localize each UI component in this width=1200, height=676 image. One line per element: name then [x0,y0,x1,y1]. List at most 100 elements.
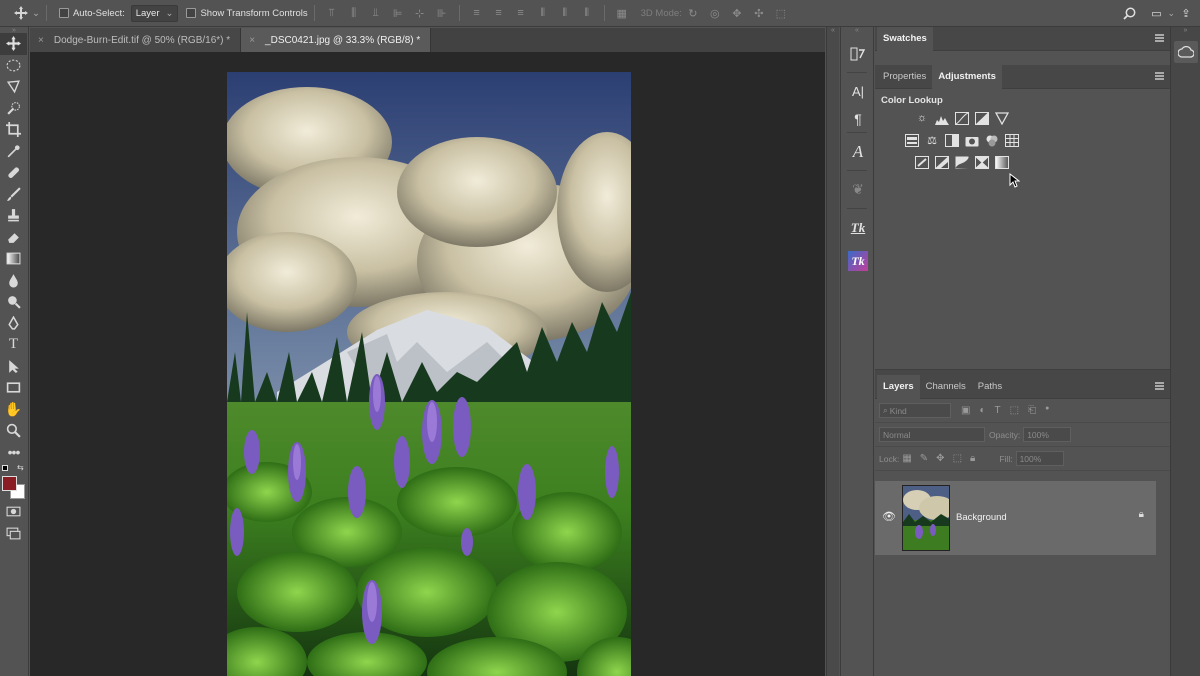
3d-roll-icon[interactable]: ◎ [707,5,723,21]
type-tool[interactable]: T [0,334,27,356]
distribute-left-icon[interactable]: ⦀ [535,5,551,21]
zoom-tool[interactable] [0,420,27,442]
dodge-tool[interactable] [0,291,27,313]
gradient-map-icon[interactable] [994,155,1010,169]
distribute-hcenter-icon[interactable]: ⦀ [557,5,573,21]
eyedropper-tool[interactable] [0,141,27,163]
quick-mask-tool[interactable] [0,501,27,523]
character-icon[interactable]: A| [841,75,875,108]
workspace-icon[interactable]: ▭ [1148,5,1164,21]
lock-position-icon[interactable]: ✥ [936,453,944,464]
lock-all-icon[interactable]: 🔒︎ [970,453,975,464]
filter-shape-icon[interactable]: ⬚ [1010,405,1019,416]
rectangle-tool[interactable] [0,377,27,399]
3d-slide-icon[interactable]: ✣ [751,5,767,21]
vibrance-icon[interactable] [994,111,1010,125]
brush-tool[interactable] [0,184,27,206]
3d-rotate-icon[interactable]: ↻ [685,5,701,21]
black-white-icon[interactable] [944,133,960,147]
align-vertical-center-icon[interactable]: ⫼ [346,5,362,21]
color-lookup-icon[interactable] [1004,133,1020,147]
exposure-icon[interactable] [974,111,990,125]
distribute-bottom-icon[interactable]: ≡ [513,5,529,21]
eraser-tool[interactable] [0,227,27,249]
glyphs-icon[interactable]: A [841,135,875,168]
default-colors-icon[interactable] [2,465,8,471]
align-horizontal-center-icon[interactable]: ⊹ [412,5,428,21]
hand-tool[interactable]: ✋ [0,399,27,421]
marquee-tool[interactable] [0,55,27,77]
3d-scale-icon[interactable]: ⬚ [773,5,789,21]
crop-tool[interactable] [0,119,27,141]
filter-toggle-icon[interactable]: ● [1045,405,1049,416]
pen-tool[interactable] [0,313,27,335]
screen-mode-tool[interactable] [0,523,27,545]
landscape-photo[interactable] [227,72,631,676]
filter-pixel-icon[interactable]: ▣ [961,405,970,416]
channel-mixer-icon[interactable] [984,133,1000,147]
filter-smart-object-icon[interactable]: ⎗ [1028,405,1036,416]
tk-panel-icon[interactable]: Tk [841,211,875,244]
show-transform-checkbox[interactable]: Show Transform Controls [186,8,308,19]
blur-tool[interactable] [0,270,27,292]
distribute-vcenter-icon[interactable]: ≡ [491,5,507,21]
panel-menu-icon[interactable] [1155,72,1164,80]
align-left-icon[interactable]: ⊫ [390,5,406,21]
align-right-icon[interactable]: ⊪ [434,5,450,21]
history-icon[interactable] [841,37,875,70]
auto-select-checkbox[interactable]: Auto-Select: [58,8,125,19]
quick-selection-tool[interactable] [0,98,27,120]
levels-icon[interactable] [934,111,950,125]
path-selection-tool[interactable] [0,356,27,378]
workspace-dropdown-chevron-icon[interactable]: ⌄ [1167,8,1175,19]
brush-settings-icon[interactable]: ❦ [841,173,875,206]
tab-layers[interactable]: Layers [877,374,920,399]
selective-color-icon[interactable] [974,155,990,169]
collapse-panels-icon[interactable]: « [827,27,839,34]
blend-mode-dropdown[interactable]: Normal [879,427,985,442]
fill-field[interactable]: 100% [1015,451,1064,466]
gradient-tool[interactable] [0,248,27,270]
brightness-contrast-icon[interactable]: ☼ [914,111,930,125]
filter-adjustment-icon[interactable]: ◐ [979,405,985,416]
layer-filter-dropdown[interactable]: ⌕ Kind [879,403,951,418]
distribute-top-icon[interactable]: ≡ [469,5,485,21]
tab-adjustments[interactable]: Adjustments [932,64,1002,89]
healing-brush-tool[interactable] [0,162,27,184]
share-icon[interactable]: ⇪ [1178,5,1194,21]
search-icon[interactable] [1121,5,1137,21]
lock-transparent-icon[interactable]: ▦ [902,453,911,464]
move-tool[interactable] [0,33,27,55]
collapse-icon[interactable]: » [1171,27,1200,39]
more-tools[interactable]: ••• [0,442,27,464]
lock-brush-icon[interactable]: ✎ [920,453,928,464]
lock-artboard-icon[interactable]: ⬚ [953,453,962,464]
threshold-icon[interactable] [954,155,970,169]
3d-pan-icon[interactable]: ✥ [729,5,745,21]
tab-paths[interactable]: Paths [972,375,1008,399]
libraries-icon[interactable] [1173,41,1198,63]
visibility-eye-icon[interactable]: 👁︎ [882,510,896,523]
close-icon[interactable]: × [249,35,255,46]
tab-properties[interactable]: Properties [877,65,932,89]
paragraph-icon[interactable]: ¶ [841,108,875,130]
tab-channels[interactable]: Channels [920,375,972,399]
panel-menu-icon[interactable] [1155,34,1164,42]
auto-align-icon[interactable]: ▦ [614,5,630,21]
photo-filter-icon[interactable] [964,133,980,147]
expand-panels-icon[interactable]: « [841,27,873,37]
close-icon[interactable]: × [38,35,44,46]
tk-color-panel-icon[interactable]: Tk [841,244,875,277]
tab-dodge-burn-edit[interactable]: × Dodge-Burn-Edit.tif @ 50% (RGB/16*) * [30,28,242,52]
tab-swatches[interactable]: Swatches [877,26,933,51]
swap-colors-icon[interactable]: ⇆ [17,463,24,472]
opacity-field[interactable]: 100% [1023,427,1072,442]
curves-icon[interactable] [954,111,970,125]
distribute-right-icon[interactable]: ⦀ [579,5,595,21]
filter-type-icon[interactable]: T [995,405,1001,416]
invert-icon[interactable] [914,155,930,169]
lasso-tool[interactable] [0,76,27,98]
move-tool-preset-icon[interactable]: ⌄ [14,6,40,20]
panel-collapse-bar[interactable]: « [826,27,839,676]
clone-stamp-tool[interactable] [0,205,27,227]
